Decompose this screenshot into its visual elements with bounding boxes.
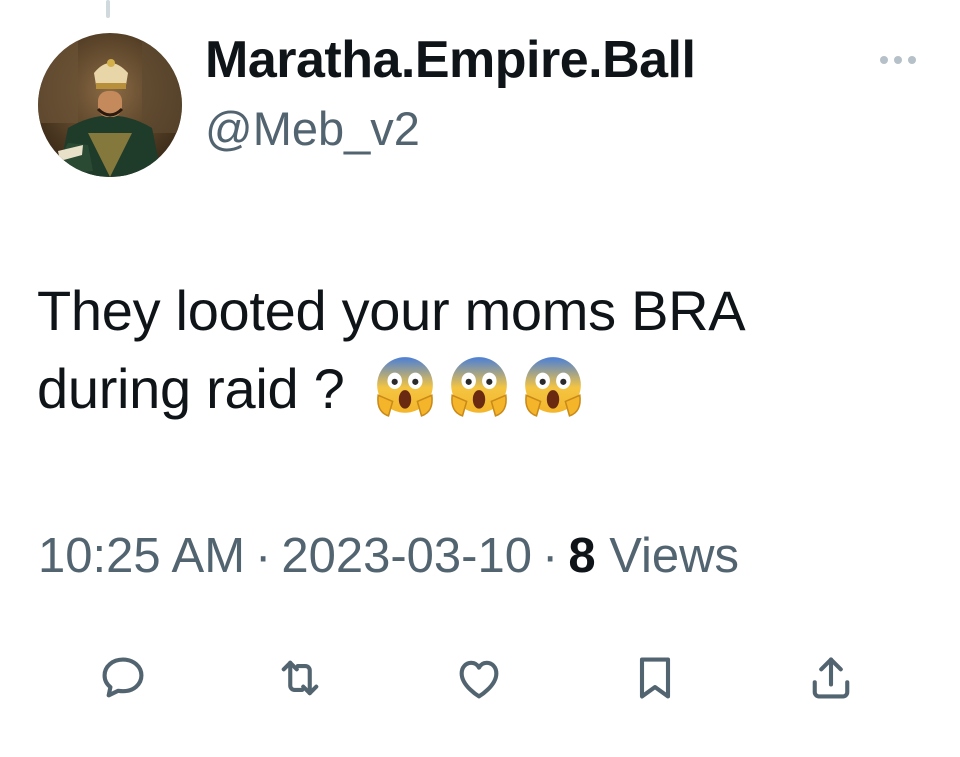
- tweet-action-bar: [0, 648, 960, 708]
- views-label: Views: [609, 529, 740, 583]
- tweet-date[interactable]: 2023-03-10: [281, 529, 532, 583]
- screaming-face-emoji-icon: [446, 354, 512, 420]
- avatar[interactable]: [38, 33, 182, 177]
- tweet-text-line-1: They looted your moms BRA: [37, 279, 746, 342]
- tweet-time[interactable]: 10:25 AM: [38, 529, 245, 583]
- share-upload-icon: [812, 657, 850, 699]
- bookmark-icon: [639, 657, 671, 699]
- tweet-metadata: 10:25 AM · 2023-03-10 · 8 Views: [38, 528, 739, 584]
- display-name[interactable]: Maratha.Empire.Ball: [205, 30, 696, 90]
- speech-bubble-icon: [102, 657, 144, 698]
- like-button[interactable]: [449, 648, 509, 708]
- separator-dot: ·: [542, 529, 559, 583]
- avatar-portrait-image: [38, 33, 182, 177]
- bookmark-button[interactable]: [625, 648, 685, 708]
- retweet-arrows-icon: [281, 660, 319, 696]
- reply-button[interactable]: [93, 648, 153, 708]
- more-dot-icon: [894, 56, 902, 64]
- user-handle[interactable]: @Meb_v2: [205, 101, 420, 156]
- more-options-button[interactable]: [870, 50, 926, 70]
- emoji-group: [372, 354, 594, 440]
- tweet-text: They looted your moms BRA during raid ?: [37, 272, 937, 440]
- tweet-text-line-2-text: during raid ?: [37, 357, 345, 420]
- screaming-face-emoji-icon: [520, 354, 586, 420]
- share-button[interactable]: [801, 648, 861, 708]
- more-dot-icon: [880, 56, 888, 64]
- screaming-face-emoji-icon: [372, 354, 438, 420]
- thread-connector-line: [106, 0, 110, 18]
- separator-dot: ·: [255, 529, 272, 583]
- more-dot-icon: [908, 56, 916, 64]
- views-count: 8: [568, 529, 596, 583]
- heart-icon: [459, 660, 499, 699]
- retweet-button[interactable]: [270, 648, 330, 708]
- tweet-text-line-2: during raid ?: [37, 350, 937, 440]
